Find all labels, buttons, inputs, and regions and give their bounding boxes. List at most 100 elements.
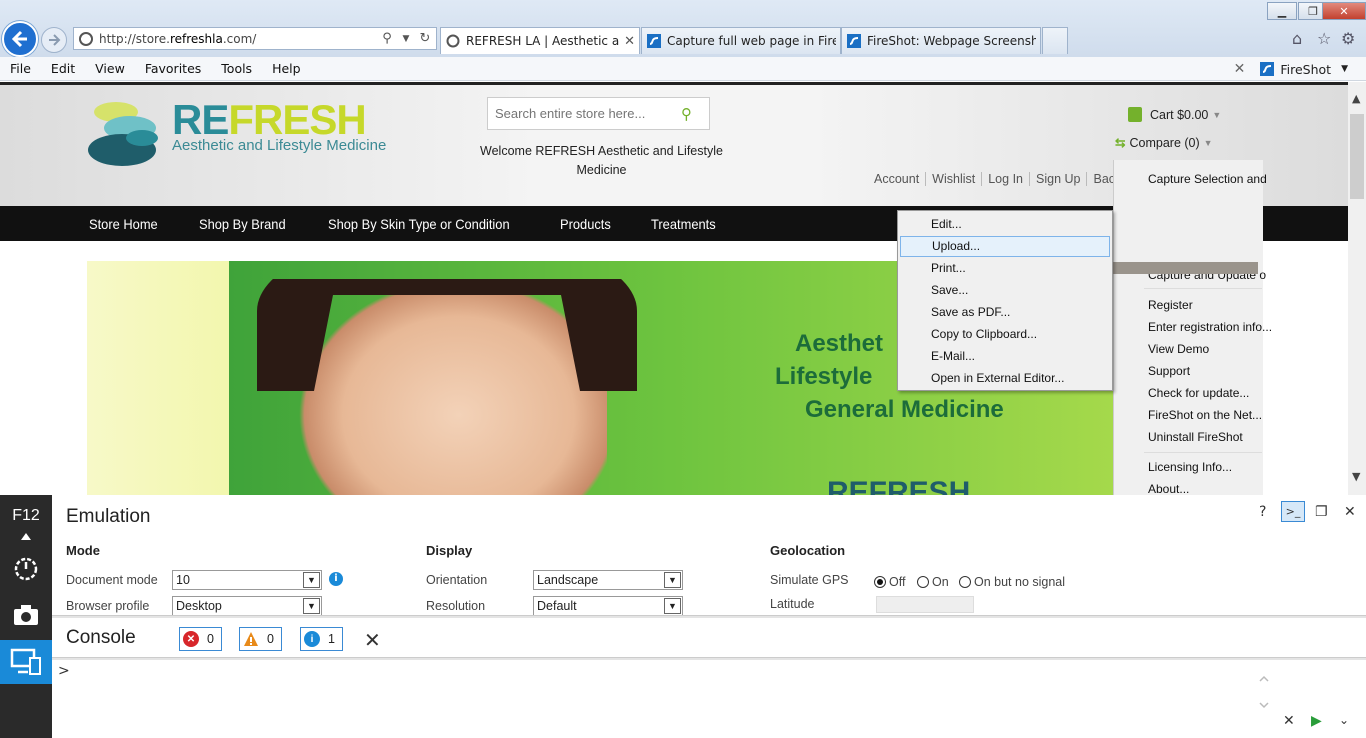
- fireshot-menu-item[interactable]: Licensing Info...: [1148, 460, 1232, 474]
- nav-shop-by-skin-type[interactable]: Shop By Skin Type or Condition: [328, 216, 510, 232]
- nav-store-home[interactable]: Store Home: [89, 216, 158, 232]
- orientation-select[interactable]: Landscape ▼: [533, 570, 683, 590]
- search-icon[interactable]: ⚲: [681, 105, 692, 123]
- menu-view[interactable]: View: [85, 61, 135, 76]
- info-filter-button[interactable]: i 1: [300, 627, 343, 651]
- memory-tool-icon[interactable]: [0, 593, 52, 637]
- clear-input-icon[interactable]: ✕: [1283, 713, 1295, 729]
- ctx-open-external[interactable]: Open in External Editor...: [900, 368, 1110, 389]
- console-toggle-button[interactable]: >_: [1281, 501, 1305, 522]
- fireshot-button[interactable]: FireShot: [1280, 62, 1331, 77]
- wishlist-link[interactable]: Wishlist: [925, 172, 981, 186]
- account-link[interactable]: Account: [868, 172, 925, 186]
- expand-input-icon[interactable]: ⌄: [1339, 713, 1349, 727]
- window-close-button[interactable]: ✕: [1322, 2, 1366, 20]
- page-scrollbar[interactable]: ▲ ▼: [1348, 82, 1366, 495]
- fireshot-menu-item[interactable]: View Demo: [1148, 342, 1209, 356]
- back-button[interactable]: [2, 21, 38, 57]
- cart-label: Cart $0.00: [1150, 107, 1209, 122]
- menu-favorites[interactable]: Favorites: [135, 61, 211, 76]
- fireshot-menu-item[interactable]: Uninstall FireShot: [1148, 430, 1243, 444]
- fireshot-menu-item[interactable]: FireShot on the Net...: [1148, 408, 1262, 422]
- home-icon[interactable]: ⌂: [1292, 29, 1302, 48]
- tab-capture-full-page[interactable]: Capture full web page in Firef...: [641, 27, 841, 54]
- dropdown-icon[interactable]: ▼: [398, 34, 414, 44]
- ctx-email[interactable]: E-Mail...: [900, 346, 1110, 367]
- panel-splitter[interactable]: [52, 615, 1366, 618]
- favorites-star-icon[interactable]: ☆: [1317, 29, 1331, 48]
- ctx-edit[interactable]: Edit...: [900, 214, 1110, 235]
- ctx-save-pdf[interactable]: Save as PDF...: [900, 302, 1110, 323]
- tab-refresh-la[interactable]: REFRESH LA | Aesthetic and... ✕: [440, 27, 640, 54]
- minimize-button[interactable]: ▁: [1267, 2, 1297, 20]
- devtools-label: F12: [12, 507, 40, 524]
- warning-filter-button[interactable]: 0: [239, 627, 282, 651]
- refresh-icon[interactable]: ↻: [417, 31, 433, 46]
- gps-on-radio[interactable]: On: [917, 575, 949, 589]
- gauge-icon: [14, 557, 38, 581]
- ctx-save[interactable]: Save...: [900, 280, 1110, 301]
- cart-link[interactable]: Cart $0.00 ▼: [1128, 107, 1221, 122]
- logo-wordmark[interactable]: REFRESH: [172, 99, 367, 141]
- nav-products[interactable]: Products: [560, 216, 611, 232]
- help-icon[interactable]: ?: [1259, 504, 1266, 520]
- scrollbar-thumb[interactable]: [1350, 114, 1364, 199]
- search-icon[interactable]: ⚲: [379, 31, 395, 46]
- ctx-copy-clipboard[interactable]: Copy to Clipboard...: [900, 324, 1110, 345]
- address-url[interactable]: http://store.refreshla.com/: [99, 32, 379, 46]
- nav-treatments[interactable]: Treatments: [651, 216, 716, 232]
- run-icon[interactable]: ▶: [1311, 713, 1322, 729]
- forward-button[interactable]: [41, 27, 67, 53]
- error-filter-button[interactable]: ✕ 0: [179, 627, 222, 651]
- address-bar[interactable]: http://store.refreshla.com/ ⚲ ▼ ↻: [73, 27, 437, 50]
- radio-dot: [959, 576, 971, 588]
- undock-icon[interactable]: ❐: [1315, 504, 1328, 520]
- menu-file[interactable]: File: [0, 61, 41, 76]
- gps-no-signal-radio[interactable]: On but no signal: [959, 575, 1065, 589]
- fireshot-menu-item[interactable]: Register: [1148, 298, 1193, 312]
- ctx-print[interactable]: Print...: [900, 258, 1110, 279]
- ctx-upload[interactable]: Upload...: [900, 236, 1110, 257]
- console-prompt[interactable]: >: [58, 663, 70, 679]
- browser-profile-select[interactable]: Desktop ▼: [172, 596, 322, 616]
- mode-heading: Mode: [66, 543, 100, 558]
- close-tab-icon[interactable]: ✕: [624, 34, 635, 49]
- menu-tools[interactable]: Tools: [211, 61, 262, 76]
- close-toolbar-icon[interactable]: ✕: [1234, 61, 1246, 77]
- gear-icon[interactable]: ⚙: [1341, 29, 1355, 48]
- info-icon[interactable]: i: [329, 572, 343, 586]
- latitude-input[interactable]: [876, 596, 974, 613]
- performance-tool-icon[interactable]: [0, 547, 52, 591]
- gps-off-radio[interactable]: Off: [874, 575, 905, 589]
- tab-fireshot[interactable]: FireShot: Webpage Screenshot...: [841, 27, 1041, 54]
- document-mode-select[interactable]: 10 ▼: [172, 570, 322, 590]
- nav-shop-by-brand[interactable]: Shop By Brand: [199, 216, 286, 232]
- search-input[interactable]: [495, 106, 675, 121]
- fireshot-menu-item[interactable]: Enter registration info...: [1148, 320, 1272, 334]
- compare-link[interactable]: ⇆ Compare (0) ▼: [1115, 135, 1213, 151]
- collapse-arrow-icon[interactable]: [21, 533, 31, 540]
- fireshot-menu-item[interactable]: Check for update...: [1148, 386, 1249, 400]
- fireshot-menu-item[interactable]: Support: [1148, 364, 1190, 378]
- chevron-down-icon: ▼: [1212, 109, 1222, 120]
- emulation-title: Emulation: [66, 506, 151, 527]
- menu-edit[interactable]: Edit: [41, 61, 85, 76]
- signup-link[interactable]: Sign Up: [1029, 172, 1086, 186]
- chevron-down-icon[interactable]: ▼: [1341, 64, 1348, 74]
- resolution-select[interactable]: Default ▼: [533, 596, 683, 616]
- shopping-bag-icon: [1128, 107, 1142, 122]
- clear-console-icon[interactable]: ✕: [364, 628, 381, 652]
- menu-help[interactable]: Help: [262, 61, 311, 76]
- console-scroll-arrows-icon[interactable]: [1257, 663, 1271, 727]
- warning-count: 0: [267, 632, 274, 646]
- close-devtools-icon[interactable]: ✕: [1344, 504, 1356, 520]
- scroll-up-icon[interactable]: ▲: [1352, 92, 1360, 105]
- browser-profile-label: Browser profile: [66, 599, 150, 613]
- fireshot-menu-item[interactable]: Capture Selection and: [1148, 172, 1267, 186]
- fireshot-icon: [1260, 62, 1275, 76]
- login-link[interactable]: Log In: [981, 172, 1029, 186]
- emulation-tool-icon[interactable]: [0, 640, 52, 684]
- fireshot-menu-item[interactable]: About...: [1148, 482, 1189, 496]
- new-tab-button[interactable]: [1042, 27, 1068, 54]
- scroll-down-icon[interactable]: ▼: [1352, 470, 1360, 483]
